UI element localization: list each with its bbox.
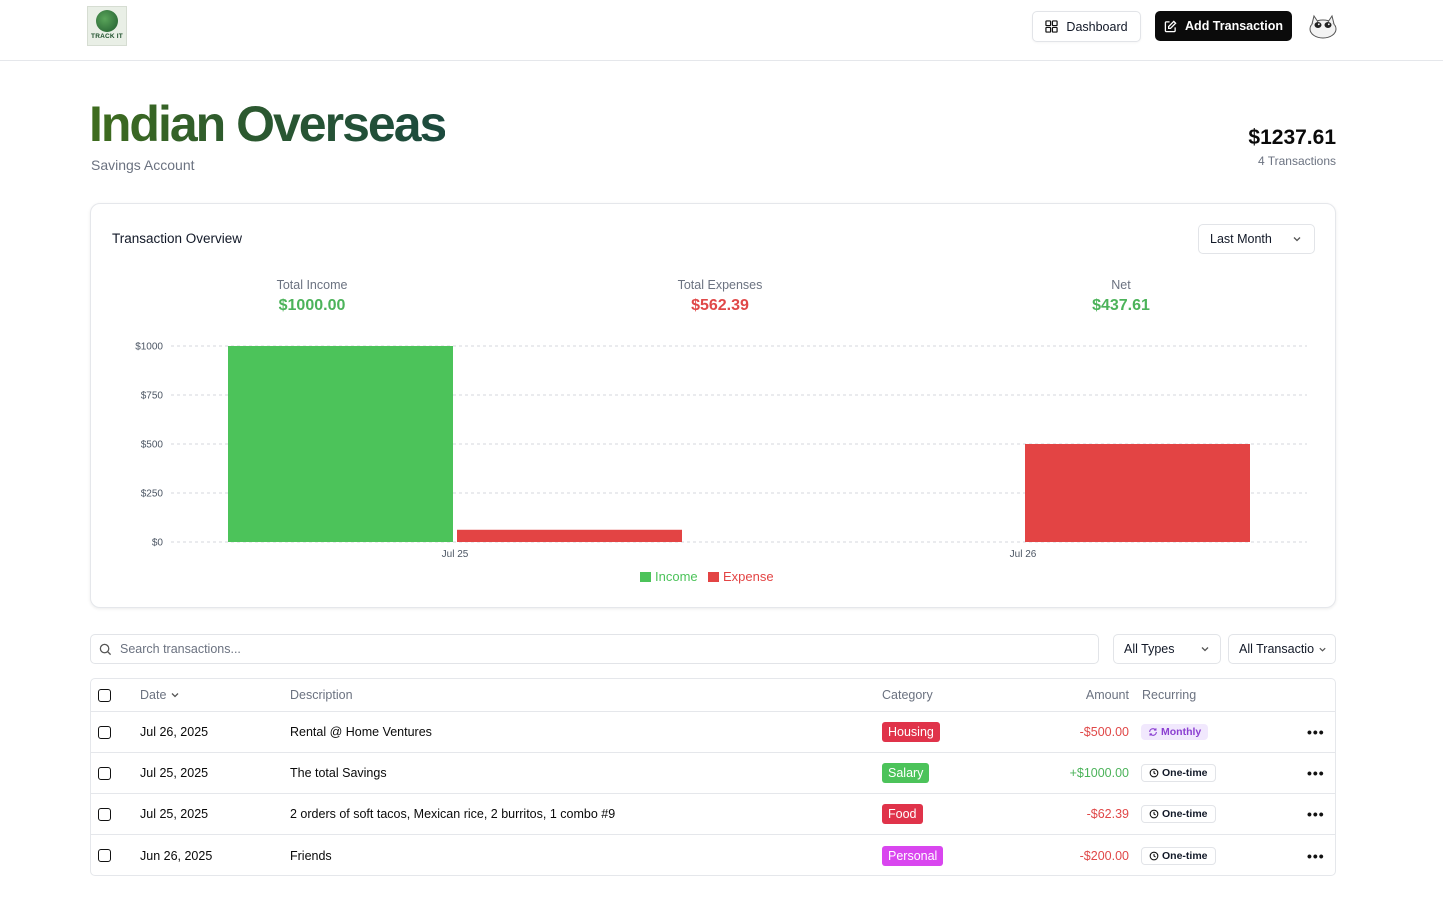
transactions-table: Date Description Category Amount Recurri… — [90, 678, 1336, 876]
clock-icon — [1149, 768, 1159, 778]
description-column-header: Description — [290, 688, 353, 702]
table-row[interactable]: Jul 25, 2025 2 orders of soft tacos, Mexi… — [91, 794, 1335, 835]
transaction-overview-card: Transaction Overview Last Month Total In… — [90, 203, 1336, 608]
chevron-down-icon — [1319, 647, 1326, 652]
repeat-icon — [1149, 728, 1157, 736]
chevron-down-icon — [1201, 647, 1209, 652]
transaction-bar-chart: $0 $250 $500 $750 $1000 Jul 25 Jul 26 Income Exp… — [135, 342, 1307, 584]
row-date: Jun 26, 2025 — [140, 848, 213, 863]
bar-income-0 — [228, 346, 453, 542]
y-tick-label: $0 — [152, 538, 164, 549]
add-transaction-label: Add Transaction — [1185, 19, 1283, 33]
date-header-label: Date — [140, 688, 167, 702]
row-amount: -$62.39 — [1086, 807, 1129, 821]
logo-text: TRACK IT — [91, 33, 123, 40]
row-actions-more-icon[interactable]: ••• — [1307, 712, 1325, 752]
recurring-badge: One-time — [1141, 764, 1216, 782]
table-row[interactable]: Jul 26, 2025 Rental @ Home Ventures Housin… — [91, 712, 1335, 753]
row-amount: -$500.00 — [1079, 725, 1129, 739]
dashboard-button[interactable]: Dashboard — [1032, 11, 1141, 42]
table-row[interactable]: Jul 25, 2025 The total Savings Salary +$100… — [91, 753, 1335, 794]
category-column-header: Category — [882, 688, 933, 702]
search-input[interactable] — [120, 642, 1060, 656]
dashboard-label: Dashboard — [1066, 19, 1128, 34]
category-badge: Housing — [882, 722, 940, 742]
account-type: Savings Account — [91, 157, 195, 173]
row-description: Rental @ Home Ventures — [290, 725, 432, 739]
recurring-label: One-time — [1162, 808, 1208, 820]
y-tick-label: $250 — [141, 489, 164, 500]
row-description: 2 orders of soft tacos, Mexican rice, 2 … — [290, 807, 616, 821]
bar-expense-0 — [457, 529, 682, 542]
row-date: Jul 25, 2025 — [140, 807, 209, 821]
transaction-count: 4 Transactions — [1257, 154, 1336, 168]
y-tick-label: $500 — [141, 440, 164, 451]
row-amount: +$1000.00 — [1069, 766, 1129, 780]
row-checkbox[interactable] — [98, 766, 111, 780]
recurring-badge: Monthly — [1141, 724, 1209, 740]
search-box[interactable] — [90, 634, 1099, 664]
row-date: Jul 25, 2025 — [140, 766, 209, 780]
grid-icon — [1045, 20, 1059, 33]
date-column-header[interactable]: Date — [140, 679, 180, 711]
row-actions-more-icon[interactable]: ••• — [1307, 794, 1325, 834]
category-badge: Food — [882, 804, 923, 824]
category-badge: Salary — [882, 763, 930, 783]
x-tick-label: Jul 25 — [442, 549, 469, 560]
recurring-label: One-time — [1162, 767, 1208, 779]
y-tick-label: $750 — [141, 391, 164, 402]
legend-swatch-income — [640, 572, 651, 582]
row-actions-more-icon[interactable]: ••• — [1307, 835, 1325, 876]
row-checkbox[interactable] — [98, 807, 111, 821]
row-date: Jul 26, 2025 — [140, 725, 209, 739]
add-transaction-button[interactable]: Add Transaction — [1155, 11, 1292, 41]
type-filter-select[interactable]: All Types — [1113, 634, 1221, 664]
sort-chevron-icon — [171, 693, 179, 698]
table-header-row: Date Description Category Amount Recurri… — [91, 679, 1335, 712]
edit-icon — [1164, 19, 1177, 32]
top-navbar: TRACK IT Dashboard Add Transaction — [0, 0, 1443, 61]
row-description: The total Savings — [290, 766, 387, 780]
account-name: Indian Overseas — [89, 96, 447, 152]
legend-label-expense: Expense — [723, 569, 774, 584]
transaction-filter-select[interactable]: All Transactio — [1228, 634, 1336, 664]
row-amount: -$200.00 — [1079, 848, 1129, 863]
clock-icon — [1149, 809, 1159, 819]
type-filter-value: All Types — [1124, 642, 1175, 656]
clock-icon — [1149, 851, 1159, 860]
row-checkbox[interactable] — [98, 725, 111, 739]
recurring-label: One-time — [1162, 849, 1208, 862]
x-tick-label: Jul 26 — [1010, 549, 1037, 560]
recurring-column-header: Recurring — [1142, 688, 1197, 702]
row-actions-more-icon[interactable]: ••• — [1307, 753, 1325, 793]
row-checkbox[interactable] — [98, 849, 111, 862]
recurring-label: Monthly — [1161, 726, 1202, 738]
recurring-badge: One-time — [1141, 846, 1216, 865]
legend-label-income: Income — [655, 569, 698, 584]
app-logo[interactable]: TRACK IT — [87, 6, 127, 46]
legend-swatch-expense — [708, 572, 719, 582]
user-avatar-icon[interactable] — [1307, 12, 1339, 40]
search-icon — [99, 643, 112, 655]
table-row[interactable]: Jun 26, 2025 Friends Personal -$200.00 One-t… — [91, 835, 1335, 876]
category-badge: Personal — [882, 845, 944, 866]
transaction-filter-value: All Transactio — [1239, 642, 1315, 656]
account-balance: $1237.61 — [1248, 126, 1336, 149]
select-all-checkbox[interactable] — [98, 688, 111, 702]
logo-mark-icon — [96, 10, 118, 32]
row-description: Friends — [290, 848, 332, 863]
amount-column-header: Amount — [1085, 688, 1129, 702]
y-tick-label: $1000 — [135, 342, 163, 353]
bar-expense-1 — [1025, 444, 1250, 542]
recurring-badge: One-time — [1141, 805, 1216, 823]
